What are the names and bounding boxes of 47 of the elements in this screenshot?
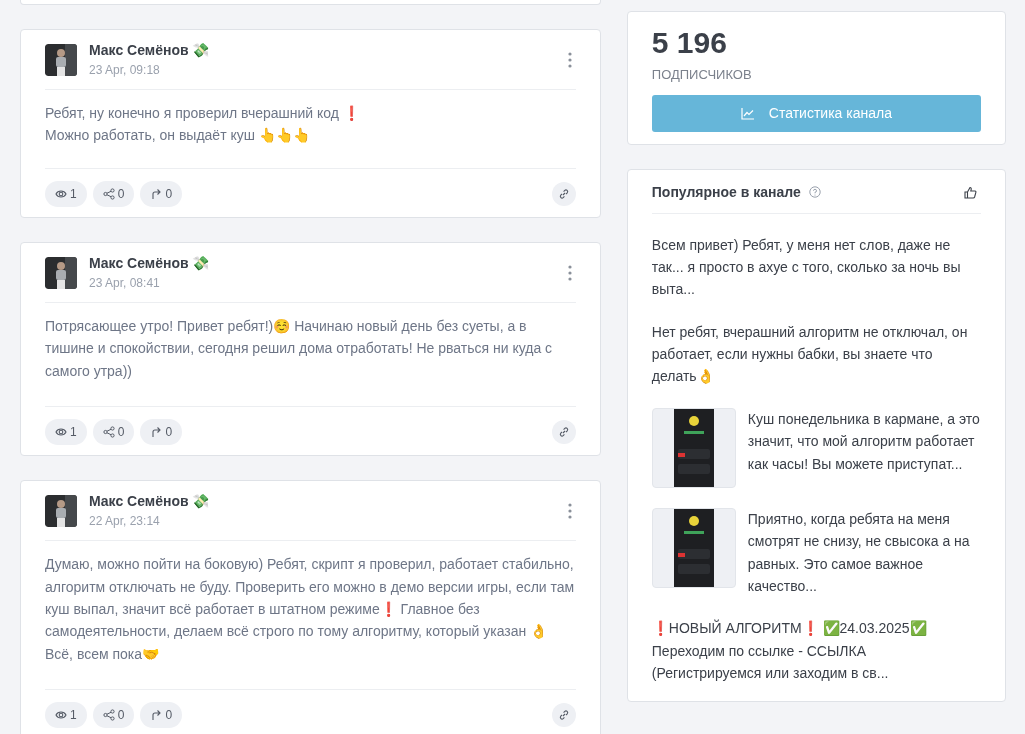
post-time: 22 Apr, 23:14 bbox=[89, 513, 161, 531]
link-icon bbox=[557, 426, 570, 439]
shares-button[interactable]: 0 bbox=[92, 702, 135, 729]
shares-button[interactable]: 0 bbox=[92, 181, 135, 207]
link-icon bbox=[557, 188, 570, 200]
forwards-button[interactable]: 0 bbox=[140, 702, 183, 729]
forwards-button[interactable]: 0 bbox=[140, 419, 183, 446]
forward-icon bbox=[150, 426, 163, 439]
share-icon bbox=[102, 426, 115, 439]
popular-post-link[interactable]: Всем привет) Ребят, у меня нет слов, даже не так... я просто в ахуе с того, сколько за ночь вы выта... bbox=[651, 233, 981, 301]
author-name: Макс Семёнов 💸 bbox=[89, 492, 211, 512]
shares-button[interactable]: 0 bbox=[92, 419, 135, 446]
post-text: Ребят, ну конечно я проверил вчерашний код ❗ Можно работать, он выдаёт куш 👆👆👆 bbox=[45, 104, 361, 146]
forward-icon bbox=[150, 188, 163, 200]
author-name: Макс Семёнов 💸 bbox=[89, 254, 211, 273]
post-time: 23 Apr, 08:41 bbox=[89, 275, 161, 292]
post-text: Думаю, можно пойти на боковую) Ребят, скрипт я проверил, работает стабильно, алгоритм отключать не буду. Проверить его можно в демо версии игры, если там куш выпал, значит всё работает в штатном режиме❗ Главное без самодеятельности, делаем всё строго по тому алгоритму, который указан 👌 Всё, всем пока🤝 bbox=[45, 555, 576, 664]
share-icon bbox=[102, 188, 115, 200]
popular-post-link[interactable]: Нет ребят, вчерашний алгоритм не отключал, он работает, если нужны бабки, вы знаете что делать👌 bbox=[651, 320, 981, 388]
kebab-icon bbox=[567, 503, 572, 520]
kebab-icon bbox=[567, 52, 572, 69]
thumbs-up-icon bbox=[964, 186, 977, 200]
kebab-icon bbox=[567, 265, 572, 282]
share-icon bbox=[102, 709, 115, 722]
author-name: Макс Семёнов 💸 bbox=[89, 41, 211, 60]
copy-link-button[interactable] bbox=[551, 703, 576, 728]
subscriber-label: ПОДПИСЧИКОВ bbox=[651, 66, 753, 84]
copy-link-button[interactable] bbox=[551, 182, 576, 206]
views-button[interactable]: 1 bbox=[45, 181, 87, 207]
eye-icon bbox=[55, 188, 67, 200]
views-button[interactable]: 1 bbox=[45, 702, 87, 729]
forwards-button[interactable]: 0 bbox=[140, 181, 183, 207]
forward-icon bbox=[150, 709, 163, 722]
section-title: Популярное в канале bbox=[651, 182, 801, 202]
post-text: Потрясающее утро! Привет ребят!)☺ Начинаю новый день без суеты, а в тишине и спокойствии, сегодня решил дома отработать! Не рваться ни куда с самого утра)) bbox=[45, 317, 554, 381]
popular-post-link[interactable]: ❗НОВЫЙ АЛГОРИТМ❗ ✅24.03.2025✅ Переходим по ссылке - ССЫЛКА (Регистрируемся или заходим в св... bbox=[651, 617, 981, 685]
copy-link-button[interactable] bbox=[551, 420, 576, 445]
views-button[interactable]: 1 bbox=[45, 419, 87, 446]
popular-post-link[interactable]: Куш понедельника в кармане, а это значит, что мой алгоритм работает как часы! Вы можете приступат... bbox=[651, 407, 981, 488]
post-time: 23 Apr, 09:18 bbox=[89, 62, 161, 79]
eye-icon bbox=[55, 709, 67, 722]
chart-icon bbox=[740, 107, 755, 121]
eye-icon bbox=[55, 426, 67, 439]
popular-post-link[interactable]: Приятно, когда ребята на меня смотрят не снизу, не свысока а на равных. Это самое важное качество... bbox=[651, 507, 981, 598]
help-icon bbox=[808, 186, 821, 198]
subscriber-count: 5 196 bbox=[651, 26, 728, 59]
link-icon bbox=[557, 709, 570, 722]
